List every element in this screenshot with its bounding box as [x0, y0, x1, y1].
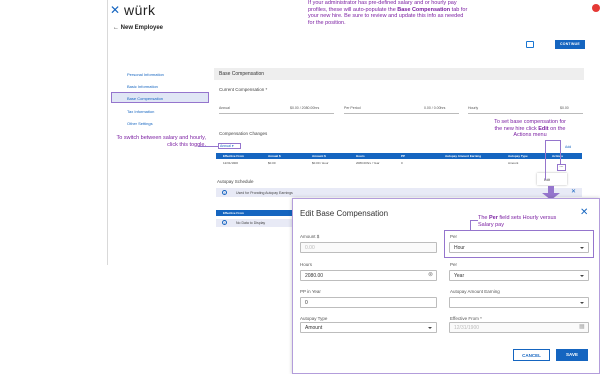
current-comp-label: Current Compensation * [219, 87, 268, 92]
connector-line [545, 140, 561, 141]
amount-input[interactable]: 0.00 [300, 242, 437, 253]
connector-line [470, 220, 471, 230]
table-cell: 2080.00hrs / Year [356, 161, 380, 165]
actions-menu-button[interactable]: ... [557, 164, 566, 171]
chevron-down-icon [580, 275, 584, 277]
back-link[interactable]: ← New Employee [113, 25, 163, 31]
chevron-down-icon [428, 327, 432, 329]
table-cell: 0 [401, 161, 403, 165]
amount-label: Amount $ [300, 234, 320, 239]
autopay-type-select[interactable]: Amount [300, 322, 437, 333]
info-icon: i [222, 220, 227, 225]
close-icon[interactable]: ✕ [571, 188, 576, 195]
annual-label: Annual [219, 106, 230, 110]
panel-title: Base Compensation [219, 71, 265, 77]
pp-input[interactable]: 0 [300, 297, 437, 308]
per-period-label: Per Period [344, 106, 361, 110]
notification-icon[interactable] [592, 4, 600, 12]
no-data-text: No Data to Display [236, 221, 266, 225]
chevron-down-icon [580, 302, 584, 304]
divider [219, 113, 334, 114]
nav-item-base-compensation[interactable]: Base Compensation [127, 96, 163, 101]
per-period-value: 0.00 / 0.00hrs [424, 106, 446, 110]
connector-line [198, 146, 218, 147]
modal-title: Edit Base Compensation [300, 209, 389, 218]
col-header: Annual $ [268, 154, 281, 158]
close-icon[interactable]: ✕ [580, 207, 588, 218]
pp-label: PP in Year [300, 289, 321, 294]
autopay-earning-select[interactable] [449, 297, 589, 308]
page-title: New Employee [120, 25, 164, 31]
col-header: Hours [356, 154, 365, 158]
annual-hourly-toggle[interactable]: Annual ▾ [218, 143, 241, 149]
connector-line [470, 220, 478, 221]
tip-toggle: To switch between salary and hourly, cli… [116, 135, 206, 148]
add-link[interactable]: Add [565, 145, 571, 149]
divider [344, 113, 459, 114]
connector-line [545, 140, 546, 180]
cancel-button[interactable]: CANCEL [513, 349, 550, 361]
autopay-earning-label: Autopay Amount Earning [450, 289, 500, 294]
divider [468, 113, 583, 114]
edit-menu-item[interactable]: Edit [537, 173, 567, 185]
col-header: Autopay Type [508, 154, 528, 158]
per-select[interactable]: Hour [449, 242, 589, 253]
per2-select[interactable]: Year [449, 270, 589, 281]
panel-header [214, 68, 584, 80]
effective-from-label: Effective From * [450, 316, 482, 321]
nav-item-basic[interactable]: Basic Information [127, 84, 158, 89]
table-cell: 12/31/1900 [223, 161, 239, 165]
table-cell: Amount [508, 161, 519, 165]
col-header: Autopay Amount Earning [445, 154, 482, 158]
per2-label: Per [450, 262, 458, 267]
autopay-type-label: Autopay Type [300, 316, 328, 321]
continue-button[interactable]: CONTINUE [555, 40, 585, 49]
calendar-icon[interactable]: ▦ [579, 323, 585, 330]
clear-icon[interactable]: ⊗ [428, 271, 433, 278]
close-icon[interactable]: ✕ [110, 3, 120, 17]
col-header: Effective From [223, 154, 244, 158]
col-header: Effective From [223, 211, 244, 215]
table-cell: $0.00 [268, 161, 276, 165]
nav-item-personal[interactable]: Personal Information [127, 72, 164, 77]
nav-item-tax[interactable]: Tax Information [127, 109, 154, 114]
comp-changes-label: Compensation Changes [219, 131, 268, 136]
table-cell: $0.00 / Hour [312, 161, 329, 165]
nav-item-other[interactable]: Other Settings [127, 121, 153, 126]
tip-per: The Per field sets Hourly versus Salary … [478, 215, 557, 228]
autopay-banner-text: Used for Prorating Autopay Earnings [236, 191, 293, 195]
hours-label: Hours [300, 262, 313, 267]
chevron-down-icon [580, 247, 584, 249]
hours-input[interactable]: 2080.00 [300, 270, 437, 281]
tip-edit: To set base compensation for the new hir… [494, 119, 566, 138]
logo: würk [124, 2, 156, 18]
effective-from-input[interactable]: 12/31/1900 [449, 322, 589, 333]
per-label: Per [450, 234, 458, 239]
annual-value: $0.00 / 2080.00hrs [290, 106, 320, 110]
chat-icon[interactable] [526, 41, 534, 48]
col-header: Amount $ [312, 154, 326, 158]
save-button[interactable]: SAVE [556, 349, 588, 361]
col-header: PP [401, 154, 406, 158]
autopay-title: Autopay Schedule [217, 179, 254, 184]
hourly-value: $0.00 [560, 106, 569, 110]
connector-line [560, 140, 561, 164]
tip-top: If your administrator has pre-defined sa… [308, 0, 468, 26]
col-header: Actions [552, 154, 564, 158]
hourly-label: Hourly [468, 106, 479, 110]
info-icon: i [222, 190, 227, 195]
